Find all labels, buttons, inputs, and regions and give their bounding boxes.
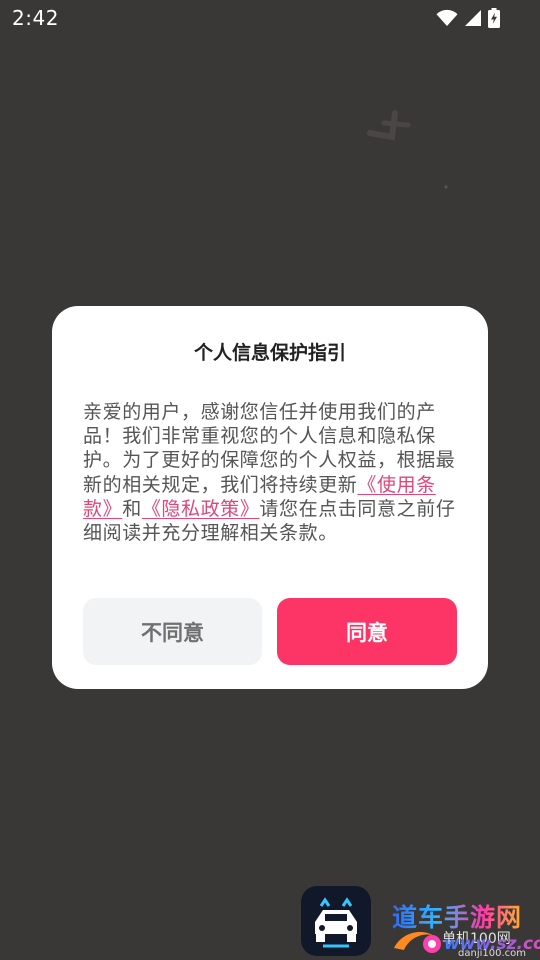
splash-art — [300, 95, 460, 195]
body-text-and: 和 — [122, 497, 142, 520]
status-time: 2:42 — [12, 6, 59, 30]
cell-signal-icon — [464, 9, 482, 27]
watermark: 道车手游网 单机100网 www.sz.com danji100.com — [388, 898, 540, 960]
status-bar: 2:42 — [0, 0, 540, 36]
battery-charging-icon — [488, 8, 500, 28]
dialog-title: 个人信息保护指引 — [193, 342, 346, 364]
privacy-policy-link[interactable]: 《隐私政策》 — [142, 498, 260, 520]
disagree-button[interactable]: 不同意 — [83, 598, 262, 665]
privacy-dialog: 个人信息保护指引 亲爱的用户，感谢您信任并使用我们的产品！我们非常重视您的个人信… — [52, 306, 488, 689]
watermark-swirl-icon — [394, 932, 441, 953]
wifi-icon — [436, 9, 458, 27]
app-logo — [301, 886, 371, 956]
status-icons — [436, 6, 500, 30]
dialog-body: 亲爱的用户，感谢您信任并使用我们的产品！我们非常重视您的个人信息和隐私保护。为了… — [83, 400, 459, 545]
watermark-url-small: danji100.com — [458, 948, 526, 959]
agree-button[interactable]: 同意 — [277, 598, 457, 665]
screen: 2:42 个人信息保护指引 亲爱的用户，感谢您信任并使用我们的产品！我们非常重视… — [0, 0, 540, 960]
